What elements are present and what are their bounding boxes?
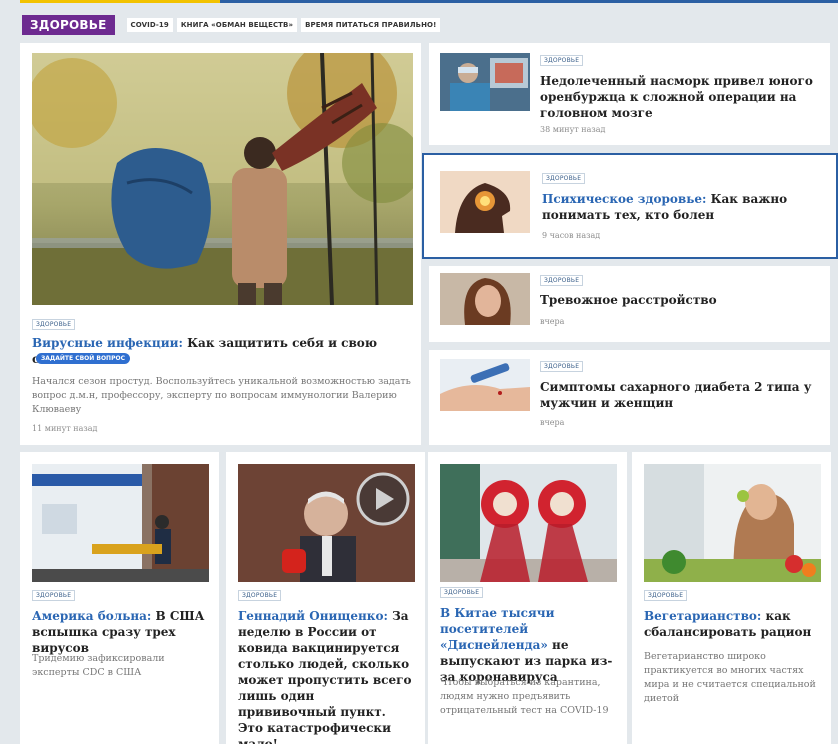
side-article-image-2[interactable]	[440, 171, 530, 233]
bottom-article-title-1[interactable]: Америка больна: В США вспышка сразу трех…	[32, 608, 207, 656]
main-article-time: 11 минут назад	[32, 424, 98, 433]
main-article-image[interactable]	[32, 53, 413, 305]
side-article-rubric-3[interactable]: ЗДОРОВЬЕ	[540, 275, 584, 286]
tag-list: COVID-19 КНИГА «ОБМАН ВЕЩЕСТВ» ВРЕМЯ ПИТ…	[126, 18, 441, 32]
side-article-image-1[interactable]	[440, 53, 530, 111]
section-title[interactable]: ЗДОРОВЬЕ	[22, 15, 115, 35]
tag-book[interactable]: КНИГА «ОБМАН ВЕЩЕСТВ»	[176, 18, 298, 32]
top-accent-line	[20, 0, 838, 3]
section-header: ЗДОРОВЬЕ COVID-19 КНИГА «ОБМАН ВЕЩЕСТВ» …	[22, 14, 441, 36]
bottom-article-title-3[interactable]: В Китае тысячи посетителей «Диснейленда»…	[440, 605, 615, 685]
bottom-article-card-1[interactable]: ЗДОРОВЬЕ Америка больна: В США вспышка с…	[20, 452, 219, 744]
side-article-image-3[interactable]	[440, 273, 530, 325]
bottom-article-rubric-1[interactable]: ЗДОРОВЬЕ	[32, 590, 76, 601]
side-article-time-1: 38 минут назад	[540, 125, 606, 134]
side-article-card-2[interactable]: ЗДОРОВЬЕ Психическое здоровье: Как важно…	[422, 153, 838, 259]
main-article-lead: Начался сезон простуд. Воспользуйтесь ун…	[32, 376, 411, 415]
bottom-article-lead-3: Чтобы выбраться из карантина, людям нужн…	[440, 677, 609, 716]
side-article-time-4: вчера	[540, 418, 565, 427]
bottom-article-card-4[interactable]: ЗДОРОВЬЕ Вегетарианство: как сбалансиров…	[632, 452, 831, 744]
side-article-time-2: 9 часов назад	[542, 231, 601, 240]
bottom-article-card-3[interactable]: ЗДОРОВЬЕ В Китае тысячи посетителей «Дис…	[428, 452, 627, 744]
bottom-article-title-2[interactable]: Геннадий Онищенко: За неделю в России от…	[238, 608, 413, 744]
side-article-title-3[interactable]: Тревожное расстройство	[540, 292, 820, 308]
bottom-article-title-4[interactable]: Вегетарианство: как сбалансировать рацио…	[644, 608, 819, 640]
side-article-title-4[interactable]: Симптомы сахарного диабета 2 типа у мужч…	[540, 379, 820, 411]
side-article-card-3[interactable]: ЗДОРОВЬЕ Тревожное расстройство вчера	[429, 266, 830, 342]
bottom-article-image-2[interactable]	[238, 464, 415, 582]
bottom-article-rubric-4[interactable]: ЗДОРОВЬЕ	[644, 590, 688, 601]
bottom-article-rubric-2[interactable]: ЗДОРОВЬЕ	[238, 590, 282, 601]
side-article-rubric-4[interactable]: ЗДОРОВЬЕ	[540, 361, 584, 372]
side-article-card-4[interactable]: ЗДОРОВЬЕ Симптомы сахарного диабета 2 ти…	[429, 350, 830, 445]
side-article-time-3: вчера	[540, 317, 565, 326]
side-article-title-2[interactable]: Психическое здоровье: Как важно понимать…	[542, 191, 827, 223]
bottom-article-rubric-3[interactable]: ЗДОРОВЬЕ	[440, 587, 484, 598]
side-article-rubric-1[interactable]: ЗДОРОВЬЕ	[540, 55, 584, 66]
main-article-title-highlight[interactable]: Вирусные инфекции:	[32, 336, 183, 350]
tag-nutrition[interactable]: ВРЕМЯ ПИТАТЬСЯ ПРАВИЛЬНО!	[301, 18, 441, 32]
side-article-image-4[interactable]	[440, 359, 530, 411]
main-article-card[interactable]: ЗДОРОВЬЕ Вирусные инфекции: Как защитить…	[20, 43, 421, 445]
bottom-article-image-1[interactable]	[32, 464, 209, 582]
side-article-rubric-2[interactable]: ЗДОРОВЬЕ	[542, 173, 586, 184]
ask-question-button[interactable]: ЗАДАЙТЕ СВОЙ ВОПРОС	[36, 353, 130, 364]
bottom-article-image-3[interactable]	[440, 464, 617, 582]
bottom-article-card-2[interactable]: ЗДОРОВЬЕ Геннадий Онищенко: За неделю в …	[226, 452, 425, 744]
side-article-card-1[interactable]: ЗДОРОВЬЕ Недолеченный насморк привел юно…	[429, 43, 830, 145]
main-article-rubric[interactable]: ЗДОРОВЬЕ	[32, 319, 76, 330]
tag-covid[interactable]: COVID-19	[126, 18, 173, 32]
bottom-article-lead-4: Вегетарианство широко практикуется во мн…	[644, 651, 816, 704]
bottom-article-lead-1: Тридемию зафиксировали эксперты CDC в СШ…	[32, 653, 165, 678]
bottom-article-image-4[interactable]	[644, 464, 821, 582]
side-article-title-1[interactable]: Недолеченный насморк привел юного оренбу…	[540, 73, 820, 121]
